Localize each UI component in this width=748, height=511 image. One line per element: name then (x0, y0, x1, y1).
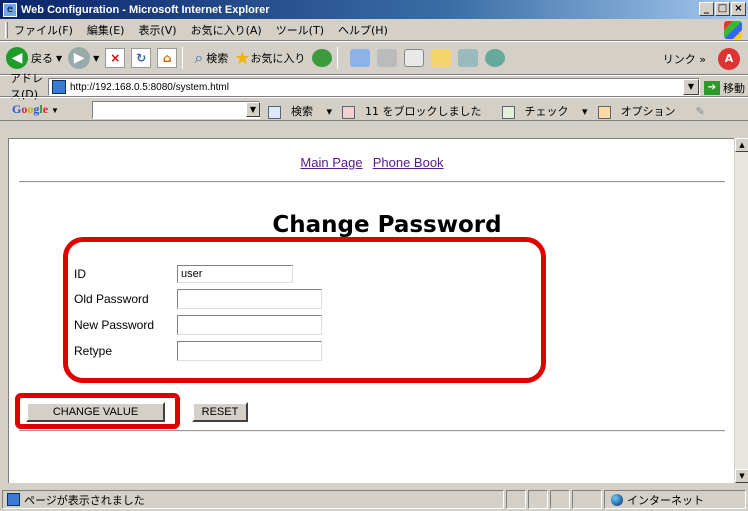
menu-file[interactable]: ファイル(F) (14, 22, 73, 38)
window-title: Web Configuration - Microsoft Internet E… (21, 3, 270, 16)
menu-help[interactable]: ヘルプ(H) (338, 22, 388, 38)
back-label: 戻る (31, 52, 53, 65)
divider-top (19, 181, 725, 183)
search-button[interactable]: ⌕ 検索 (194, 48, 228, 68)
google-search-dropdown-icon[interactable]: ▼ (246, 102, 260, 117)
status-bar: ページが表示されました インターネット (0, 487, 748, 511)
popup-blocker-button[interactable]: 11 をブロックしました (342, 103, 492, 119)
vertical-scrollbar[interactable]: ▲ ▼ (734, 138, 748, 483)
change-value-button[interactable]: CHANGE VALUE (26, 402, 165, 422)
status-cell (572, 490, 602, 509)
id-label: ID (74, 267, 86, 281)
reset-button[interactable]: RESET (192, 402, 248, 422)
new-password-field[interactable] (177, 315, 322, 335)
new-password-label: New Password (74, 318, 155, 332)
status-cell (528, 490, 548, 509)
nav-links: Main Page Phone Book (9, 155, 735, 171)
spell-check-button[interactable]: チェック ▾ (501, 103, 588, 119)
maximize-button[interactable]: □ (715, 2, 730, 16)
menu-favorites[interactable]: お気に入り(A) (191, 22, 262, 38)
windows-logo-icon (724, 21, 742, 39)
back-arrow-icon: ◀ (6, 47, 28, 69)
address-input[interactable]: http://192.168.0.5:8080/system.html ▼ (48, 78, 700, 96)
security-zone: インターネット (604, 490, 746, 509)
home-icon[interactable]: ⌂ (157, 48, 178, 68)
google-logo[interactable]: Google ▼ (12, 102, 59, 117)
scroll-down-icon[interactable]: ▼ (735, 469, 748, 483)
mail-icon[interactable] (350, 49, 371, 67)
title-bar: e Web Configuration - Microsoft Internet… (0, 0, 748, 19)
id-row: ID (74, 265, 293, 283)
page-content: Main Page Phone Book Change Password ID … (8, 138, 734, 483)
google-search-input[interactable] (92, 101, 260, 119)
globe-icon (611, 493, 623, 506)
history-icon[interactable] (312, 49, 333, 67)
favorites-label: お気に入り (250, 52, 306, 65)
page-icon (52, 80, 66, 94)
go-label: 移動 (723, 82, 745, 95)
status-text: ページが表示されました (24, 493, 145, 507)
links-label[interactable]: リンク » (663, 51, 706, 67)
status-cell (506, 490, 526, 509)
status-message: ページが表示されました (2, 490, 504, 509)
main-page-link[interactable]: Main Page (300, 155, 362, 170)
toolbar-separator-2 (337, 47, 339, 69)
id-field[interactable] (177, 265, 293, 283)
go-arrow-icon: ➔ (704, 81, 720, 95)
edit-icon[interactable] (404, 49, 425, 67)
retype-label: Retype (74, 344, 113, 358)
close-button[interactable]: × (731, 2, 746, 16)
scroll-up-icon[interactable]: ▲ (735, 138, 748, 152)
address-bar: アドレス(D) http://192.168.0.5:8080/system.h… (0, 72, 748, 101)
divider-bottom (19, 430, 725, 432)
search-icon: ⌕ (194, 48, 204, 67)
favorites-button[interactable]: ★ お気に入り (234, 48, 305, 69)
menu-bar: ファイル(F) 編集(E) 表示(V) お気に入り(A) ツール(T) ヘルプ(… (0, 19, 748, 41)
back-button[interactable]: ◀ 戻る ▼ (6, 47, 62, 69)
phone-book-link[interactable]: Phone Book (373, 155, 444, 170)
highlight-pen-icon[interactable]: ✎ (696, 105, 705, 118)
messenger-icon[interactable] (485, 49, 506, 67)
zone-label: インターネット (627, 493, 704, 507)
google-search-button[interactable]: 検索 ▾ (268, 103, 332, 119)
pdf-icon[interactable]: A (718, 48, 740, 70)
retype-field[interactable] (177, 341, 322, 361)
research-icon[interactable] (458, 49, 479, 67)
refresh-icon[interactable]: ↻ (131, 48, 152, 68)
ie-icon: e (3, 2, 17, 17)
forward-dropdown-icon[interactable]: ▼ (93, 54, 99, 63)
forward-arrow-icon: ▶ (68, 47, 91, 69)
old-password-label: Old Password (74, 292, 149, 306)
menu-edit[interactable]: 編集(E) (87, 22, 125, 38)
status-cell (550, 490, 570, 509)
search-label: 検索 (206, 52, 229, 65)
forward-button[interactable]: ▶ ▼ (68, 47, 99, 69)
old-password-field[interactable] (177, 289, 322, 309)
print-icon[interactable] (377, 49, 398, 67)
back-dropdown-icon[interactable]: ▼ (56, 54, 62, 63)
address-dropdown-icon[interactable]: ▼ (683, 79, 699, 95)
new-password-row: New Password (74, 315, 322, 335)
minimize-button[interactable]: _ (699, 2, 714, 16)
standard-toolbar: ◀ 戻る ▼ ▶ ▼ × ↻ ⌂ ⌕ 検索 ★ お気に入り リンク » A (0, 41, 748, 75)
retype-row: Retype (74, 341, 322, 361)
menu-tools[interactable]: ツール(T) (276, 22, 324, 38)
form-highlight-box (63, 237, 546, 383)
toolbar-grip (5, 21, 8, 38)
go-button[interactable]: ➔ 移動 (704, 80, 745, 96)
old-password-row: Old Password (74, 289, 322, 309)
options-button[interactable]: オプション (597, 103, 686, 119)
menu-view[interactable]: 表示(V) (138, 22, 176, 38)
stop-icon[interactable]: × (105, 48, 126, 68)
address-url[interactable]: http://192.168.0.5:8080/system.html (70, 82, 229, 93)
toolbar-separator (182, 47, 184, 69)
folder-icon[interactable] (431, 49, 452, 67)
google-toolbar: Google ▼ ▼ 検索 ▾ 11 をブロックしました チェック ▾ オプショ… (0, 97, 748, 121)
page-loaded-icon (7, 493, 20, 506)
page-title: Change Password (272, 212, 502, 238)
favorites-star-icon: ★ (234, 47, 251, 69)
